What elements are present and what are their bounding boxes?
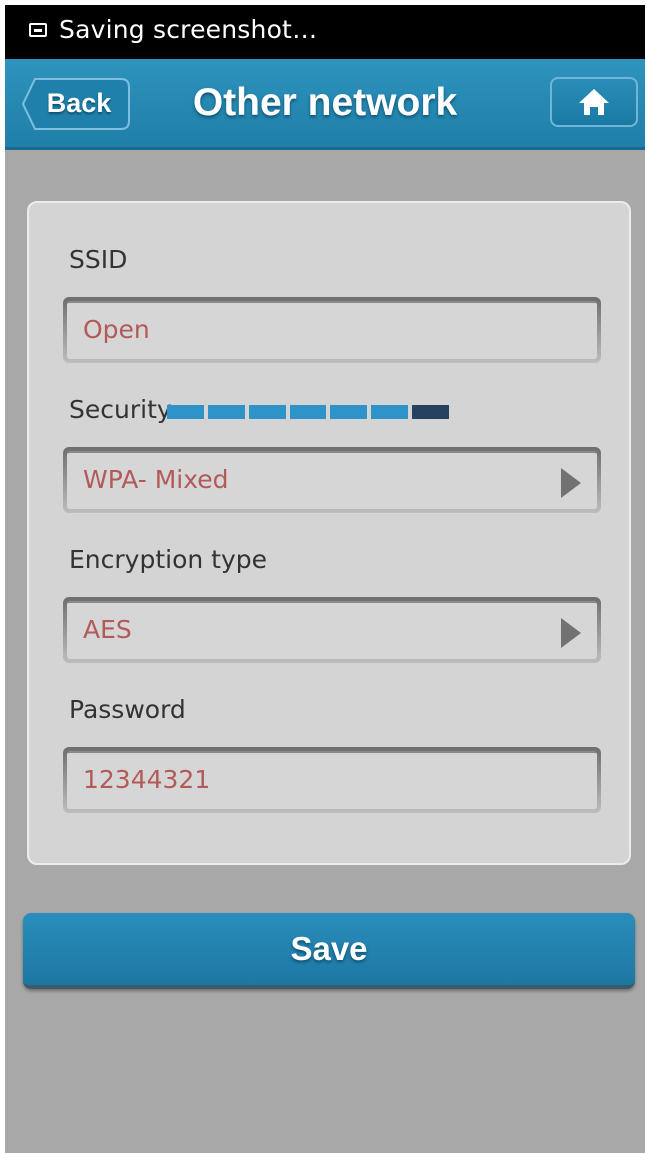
save-button-label: Save	[290, 930, 368, 967]
encryption-select[interactable]: AES	[63, 597, 601, 663]
loading-segment	[330, 405, 368, 419]
security-value: WPA- Mixed	[83, 465, 229, 494]
security-select[interactable]: WPA- Mixed	[63, 447, 601, 513]
home-button[interactable]	[550, 77, 638, 127]
loading-segment	[289, 405, 327, 419]
password-field[interactable]: 12344321	[63, 747, 601, 813]
password-label: Password	[69, 695, 186, 724]
back-button[interactable]: Back	[21, 77, 129, 129]
app-screen: Saving screenshot… Back Other network SS…	[5, 5, 645, 1153]
header-bar: Back Other network	[5, 59, 645, 150]
chevron-right-icon	[561, 468, 581, 498]
page-title: Other network	[192, 81, 458, 124]
status-text: Saving screenshot…	[59, 15, 318, 44]
loading-segment	[248, 405, 286, 419]
loading-indicator	[167, 405, 450, 419]
loading-segment	[207, 405, 245, 419]
ssid-value: Open	[83, 315, 150, 344]
status-bar: Saving screenshot…	[5, 5, 645, 59]
loading-segment	[412, 405, 450, 419]
ssid-field[interactable]: Open	[63, 297, 601, 363]
network-form-card: SSID Open Security WPA- Mixed Encryption…	[27, 201, 631, 865]
screenshot-icon	[29, 23, 47, 37]
encryption-label: Encryption type	[69, 545, 268, 574]
home-icon	[579, 89, 609, 115]
chevron-right-icon	[561, 618, 581, 648]
loading-segment	[371, 405, 409, 419]
security-label: Security	[69, 395, 172, 424]
password-value: 12344321	[83, 765, 211, 794]
ssid-label: SSID	[69, 245, 128, 274]
encryption-value: AES	[83, 615, 132, 644]
loading-segment	[167, 405, 204, 419]
save-button[interactable]: Save	[23, 913, 635, 989]
